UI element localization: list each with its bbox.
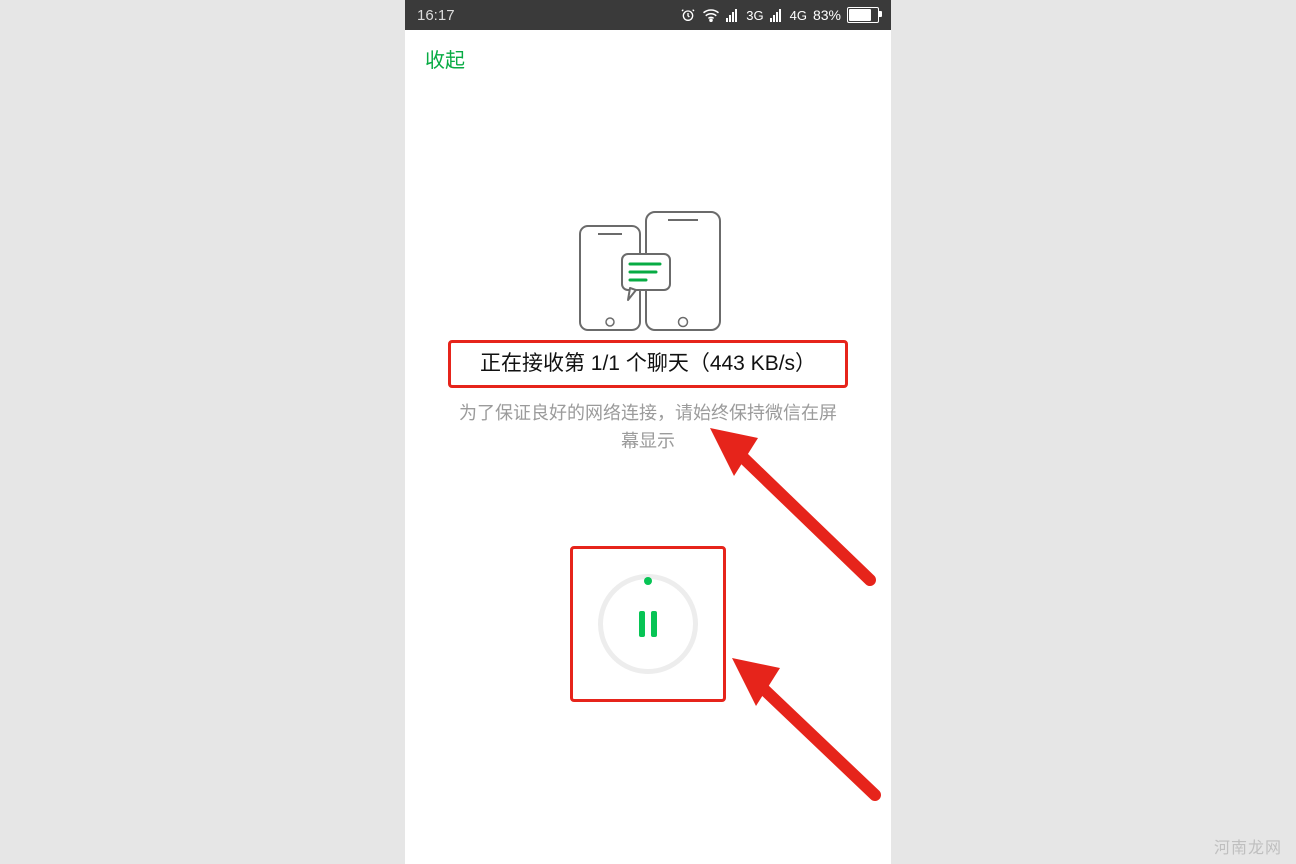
status-bar: 16:17 3G 4G 83% (405, 0, 891, 30)
transfer-hint-text: 为了保证良好的网络连接，请始终保持微信在屏幕显示 (458, 400, 838, 456)
status-right: 3G 4G 83% (680, 7, 879, 23)
collapse-button[interactable]: 收起 (425, 44, 465, 73)
transfer-status-text: 正在接收第 1/1 个聊天（443 KB/s） (459, 349, 837, 379)
alarm-icon (680, 7, 696, 23)
signal-3g-icon (726, 8, 740, 22)
pause-button[interactable] (598, 574, 698, 674)
transfer-status-highlight: 正在接收第 1/1 个聊天（443 KB/s） (448, 340, 848, 388)
signal-4g-icon (770, 8, 784, 22)
status-time: 16:17 (417, 7, 455, 24)
battery-icon (847, 7, 879, 23)
watermark-text: 河南龙网 (1214, 834, 1282, 858)
pause-icon (639, 611, 657, 637)
pause-highlight (570, 546, 726, 702)
wifi-icon (702, 8, 720, 22)
progress-dot-icon (644, 577, 652, 585)
signal-4g-label: 4G (790, 8, 807, 23)
phone-frame: 16:17 3G 4G 83% 收起 (405, 0, 891, 864)
signal-3g-label: 3G (746, 8, 763, 23)
battery-fill (849, 9, 871, 21)
battery-pct: 83% (813, 7, 841, 23)
content-area: 正在接收第 1/1 个聊天（443 KB/s） 为了保证良好的网络连接，请始终保… (405, 86, 891, 864)
transfer-illustration-icon (548, 206, 748, 336)
app-header: 收起 (405, 30, 891, 86)
